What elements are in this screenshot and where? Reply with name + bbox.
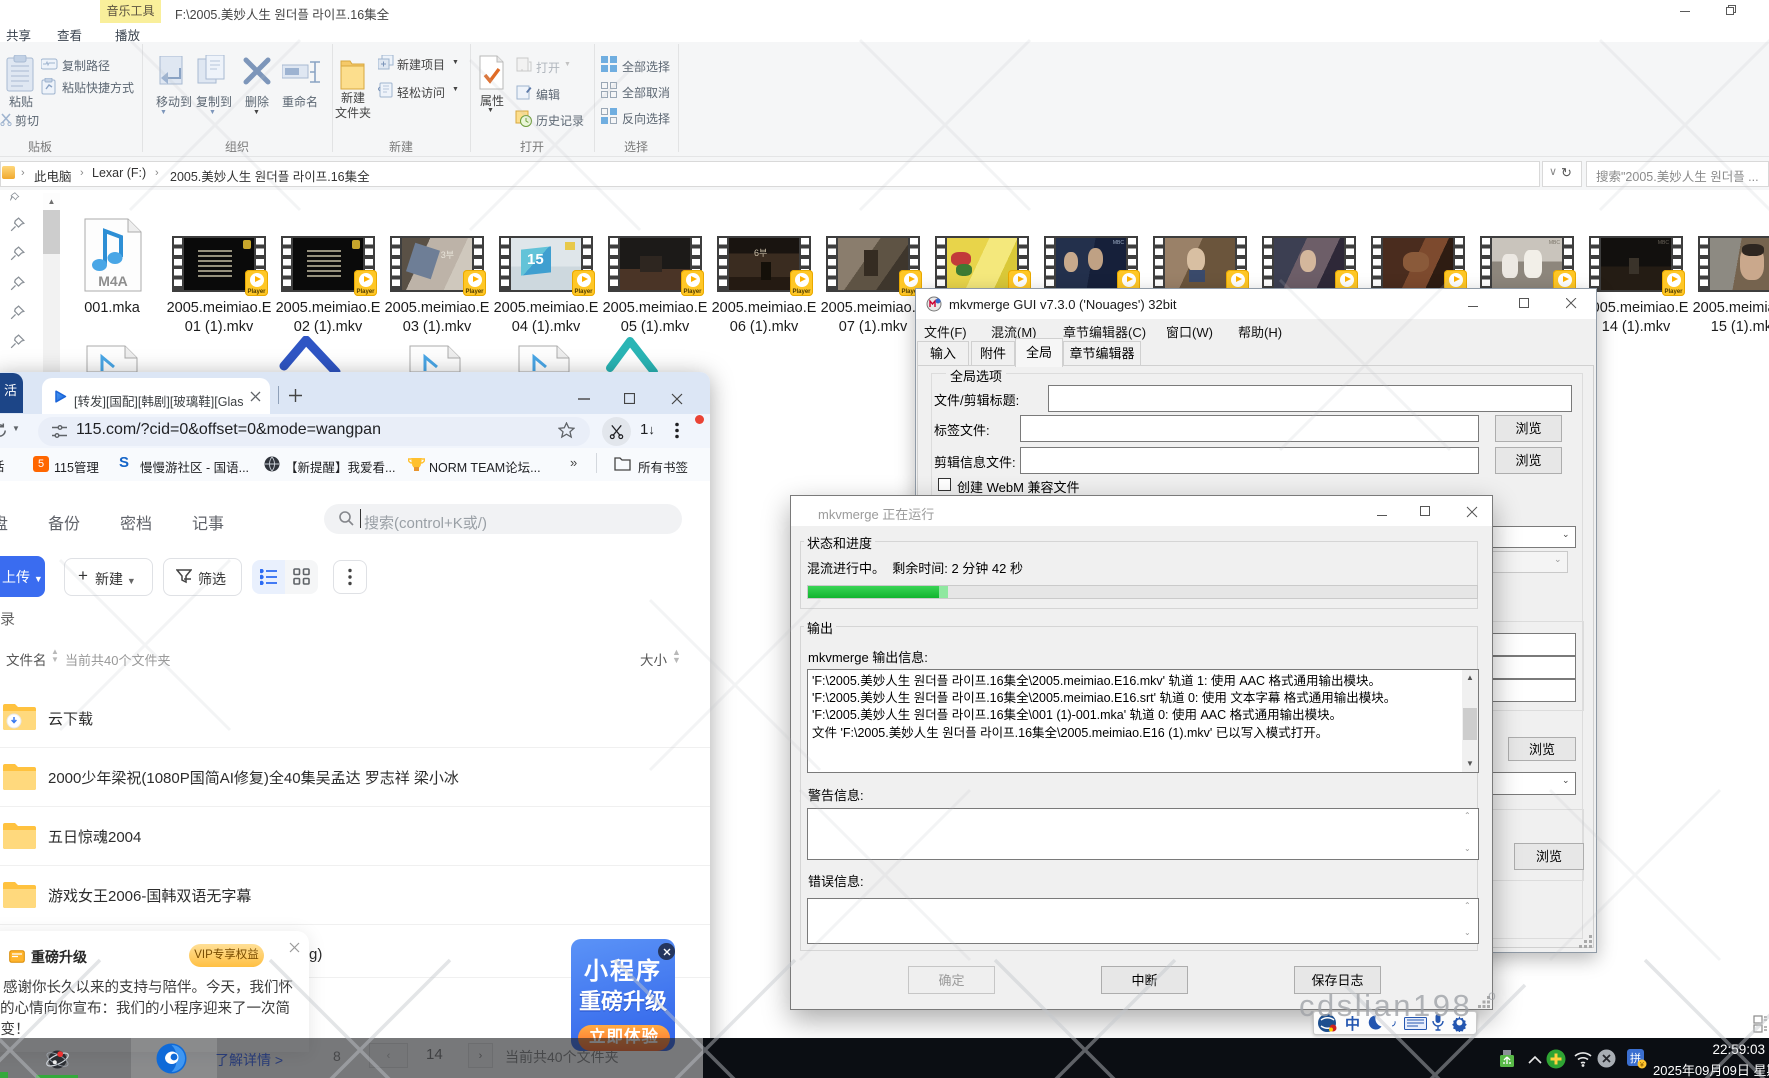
svg-text:cdslian198: cdslian198 [1299,988,1472,1023]
svg-text:o: o [1488,987,1496,1003]
